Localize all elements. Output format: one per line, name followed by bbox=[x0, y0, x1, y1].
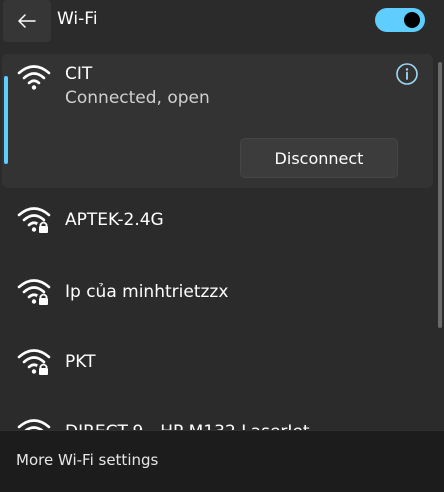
connected-network-name: CIT bbox=[65, 64, 93, 84]
connection-status: Connected, open bbox=[65, 88, 210, 108]
wifi-header: Wi-Fi bbox=[0, 0, 444, 46]
back-button[interactable] bbox=[3, 0, 51, 42]
footer: More Wi-Fi settings bbox=[0, 430, 444, 492]
network-name: Ip của minhtrietzzx bbox=[65, 282, 229, 302]
scrollbar[interactable] bbox=[438, 62, 442, 328]
info-icon[interactable] bbox=[395, 62, 419, 86]
selected-indicator bbox=[4, 76, 8, 164]
wifi-secured-icon bbox=[17, 279, 51, 305]
toggle-knob bbox=[404, 12, 420, 28]
network-name: DIRECT-9 - HP M132 LaserJet bbox=[65, 422, 310, 430]
network-item-ip-cua-minhtrietzzx[interactable]: Ip của minhtrietzzx bbox=[2, 262, 433, 322]
wifi-secured-icon bbox=[17, 349, 51, 375]
page-title: Wi-Fi bbox=[57, 9, 98, 29]
connected-network-card[interactable]: CIT Connected, open Disconnect bbox=[2, 54, 433, 188]
network-name: PKT bbox=[65, 352, 96, 372]
network-item-pkt[interactable]: PKT bbox=[2, 332, 433, 392]
wifi-full-icon bbox=[17, 65, 51, 90]
wifi-secured-icon bbox=[17, 207, 51, 233]
network-name: APTEK-2.4G bbox=[65, 210, 164, 230]
wifi-panel: Wi-Fi CIT Connected, open Disconnect APT… bbox=[0, 0, 444, 492]
arrow-left-icon bbox=[18, 14, 36, 28]
wifi-toggle[interactable] bbox=[375, 8, 425, 32]
more-wifi-settings-link[interactable]: More Wi-Fi settings bbox=[16, 451, 158, 469]
network-item-aptek[interactable]: APTEK-2.4G bbox=[2, 190, 433, 250]
disconnect-button[interactable]: Disconnect bbox=[240, 138, 398, 178]
wifi-secured-icon bbox=[17, 419, 51, 430]
network-item-direct-hp[interactable]: DIRECT-9 - HP M132 LaserJet bbox=[2, 402, 433, 430]
